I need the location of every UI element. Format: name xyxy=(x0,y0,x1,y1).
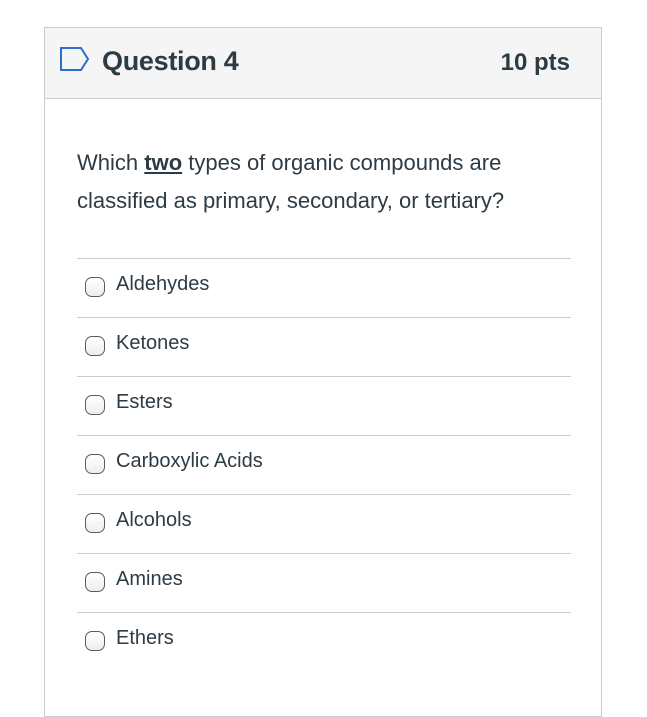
answer-option[interactable]: Esters xyxy=(77,376,571,435)
answer-option[interactable]: Alcohols xyxy=(77,494,571,553)
checkbox[interactable] xyxy=(85,277,105,297)
answer-label: Ethers xyxy=(116,627,174,649)
answer-label: Ketones xyxy=(116,332,190,354)
answer-label: Carboxylic Acids xyxy=(116,450,263,472)
answer-option[interactable]: Ketones xyxy=(77,317,571,376)
answer-label: Aldehydes xyxy=(116,273,210,295)
checkbox[interactable] xyxy=(85,513,105,533)
checkbox[interactable] xyxy=(85,631,105,651)
answer-option[interactable]: Carboxylic Acids xyxy=(77,435,571,494)
quiz-question-card: Question 4 10 pts Which two types of org… xyxy=(44,27,602,717)
checkbox[interactable] xyxy=(85,336,105,356)
checkbox[interactable] xyxy=(85,572,105,592)
question-text-start: Which xyxy=(77,150,145,175)
answer-label: Amines xyxy=(116,568,183,590)
answer-label: Esters xyxy=(116,391,173,413)
question-text: Which two types of organic compounds are… xyxy=(77,144,577,220)
answer-label: Alcohols xyxy=(116,509,192,531)
checkbox[interactable] xyxy=(85,395,105,415)
flag-question-icon[interactable] xyxy=(59,46,91,72)
answer-option[interactable]: Amines xyxy=(77,553,571,612)
question-points: 10 pts xyxy=(500,49,570,76)
question-text-emphasis: two xyxy=(144,150,183,175)
answer-list: Aldehydes Ketones Esters Carboxylic Acid… xyxy=(77,258,571,671)
checkbox[interactable] xyxy=(85,454,105,474)
answer-option[interactable]: Ethers xyxy=(77,612,571,671)
answer-option[interactable]: Aldehydes xyxy=(77,258,571,317)
question-title: Question 4 xyxy=(102,46,239,76)
question-header: Question 4 10 pts xyxy=(45,28,601,99)
